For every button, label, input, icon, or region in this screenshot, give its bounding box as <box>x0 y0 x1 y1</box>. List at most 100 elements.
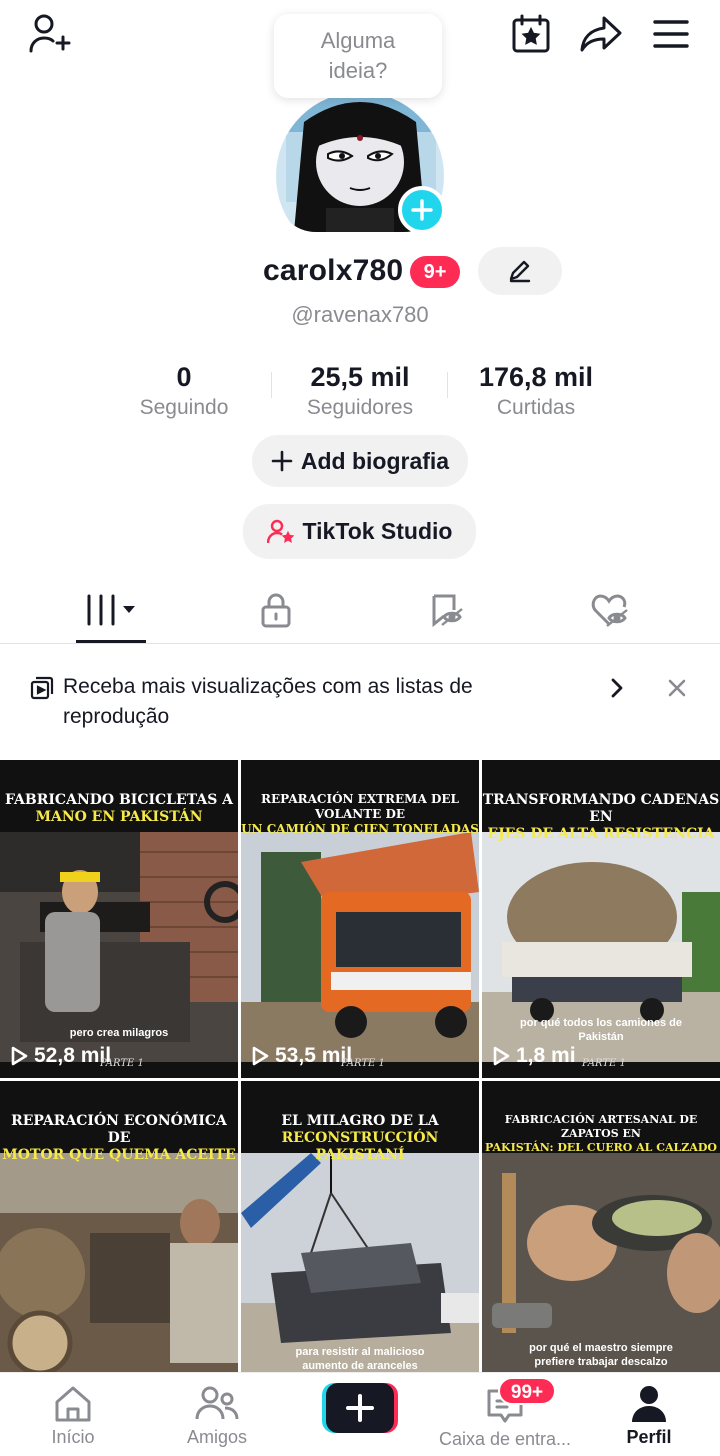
user-handle: @ravenax780 <box>291 302 429 327</box>
username: carolx780 <box>263 254 404 287</box>
create-plus-icon <box>322 1383 398 1433</box>
bottom-navigation: Início Amigos Caixa de entra... 99+ Perf… <box>0 1372 720 1456</box>
video-thumbnail[interactable]: FABRICACIÓN ARTESANAL DE ZAPATOS EN PAKI… <box>482 1081 720 1372</box>
nav-home[interactable]: Início <box>40 1373 106 1456</box>
tab-videos[interactable] <box>76 578 146 642</box>
view-count: 53,5 mil <box>251 1044 352 1068</box>
plus-icon <box>411 199 433 221</box>
video-caption: pero crea milagros <box>69 1027 169 1039</box>
person-star-icon <box>266 519 295 545</box>
video-title: EL MILAGRO DE LA RECONSTRUCCIÓN PAKISTAN… <box>241 1113 479 1164</box>
nav-inbox-label: Caixa de entra... <box>438 1429 572 1449</box>
nav-profile-label: Perfil <box>626 1427 672 1447</box>
share-arrow-icon[interactable] <box>578 14 624 54</box>
stat-divider <box>447 372 448 398</box>
bubble-line-1: Alguma <box>320 28 396 53</box>
part-label: PARTE 1 <box>100 1058 144 1069</box>
nav-home-label: Início <box>51 1427 95 1447</box>
idea-bubble[interactable]: Alguma ideia? <box>274 14 442 98</box>
video-title-line-2: RECONSTRUCCIÓN PAKISTANÍ <box>281 1130 439 1163</box>
stats-row: 0 Seguindo 25,5 mil Seguidores 176,8 mil… <box>0 360 720 430</box>
view-count-value: 1,8 mi <box>516 1044 576 1067</box>
video-grid: FABRICANDO BICICLETAS A MANO EN PAKISTÁN… <box>0 760 720 1372</box>
video-caption: por qué todos los camiones de Pakistán <box>520 1017 682 1043</box>
stat-divider <box>271 372 272 398</box>
stat-likes-label: Curtidas <box>496 396 576 419</box>
avatar-container[interactable] <box>276 92 446 234</box>
inbox-badge: 99+ <box>498 1377 556 1405</box>
video-title-line-2: PAKISTÁN: DEL CUERO AL CALZADO <box>485 1141 717 1154</box>
video-title-line-1: TRANSFORMANDO CADENAS EN <box>482 792 720 825</box>
video-thumbnail[interactable]: TRANSFORMANDO CADENAS EN EJES DE ALTA RE… <box>482 760 720 1078</box>
video-thumbnail[interactable]: REPARACIÓN ECONÓMICA DE MOTOR QUE QUEMA … <box>0 1081 238 1372</box>
playlist-banner[interactable]: Receba mais visualizações com as listas … <box>0 660 720 750</box>
video-title-line-1: FABRICACIÓN ARTESANAL DE ZAPATOS EN <box>504 1113 698 1140</box>
lock-icon <box>261 593 291 628</box>
tab-reposts[interactable] <box>420 578 472 642</box>
playlist-icon <box>30 676 54 705</box>
profile-tabs <box>0 578 720 644</box>
stat-followers[interactable]: 25,5 mil Seguidores <box>290 360 430 422</box>
video-title-line-2: EJES DE ALTA RESISTENCIA <box>487 826 715 842</box>
nav-friends-label: Amigos <box>186 1427 248 1447</box>
pencil-icon <box>509 260 531 283</box>
video-photo <box>241 1153 479 1372</box>
video-photo <box>241 832 479 1062</box>
add-bio-label: Add biografia <box>300 447 450 474</box>
add-bio-button[interactable]: Add biografia <box>252 435 468 487</box>
add-story-plus-button[interactable] <box>398 186 446 234</box>
stat-followers-label: Seguidores <box>306 396 414 419</box>
avatar[interactable] <box>276 92 444 232</box>
view-count: 1,8 mi <box>492 1044 576 1068</box>
bubble-line-2: ideia? <box>328 58 388 83</box>
person-plus-icon[interactable] <box>26 12 72 56</box>
video-title: TRANSFORMANDO CADENAS EN EJES DE ALTA RE… <box>482 792 720 843</box>
edit-profile-button[interactable] <box>478 247 562 295</box>
nav-profile[interactable]: Perfil <box>618 1373 680 1456</box>
create-button[interactable] <box>322 1383 398 1433</box>
video-title-line-2: UN CAMIÓN DE CIEN TONELADAS <box>241 822 479 836</box>
friends-icon <box>195 1386 239 1420</box>
tiktok-studio-button[interactable]: TikTok Studio <box>243 504 476 559</box>
stat-likes[interactable]: 176,8 mil Curtidas <box>466 360 606 422</box>
profile-icon <box>632 1386 666 1422</box>
video-title: REPARACIÓN EXTREMA DEL VOLANTE DE UN CAM… <box>241 792 479 837</box>
video-title-line-1: REPARACIÓN ECONÓMICA DE <box>11 1113 227 1146</box>
video-thumbnail[interactable]: REPARACIÓN EXTREMA DEL VOLANTE DE UN CAM… <box>241 760 479 1078</box>
video-title-line-1: REPARACIÓN EXTREMA DEL VOLANTE DE <box>261 792 459 821</box>
stat-followers-value: 25,5 mil <box>310 362 410 392</box>
hamburger-menu-icon[interactable] <box>652 16 690 52</box>
play-icon <box>252 1046 269 1066</box>
video-title: REPARACIÓN ECONÓMICA DE MOTOR QUE QUEMA … <box>0 1113 238 1164</box>
video-photo <box>0 1153 238 1372</box>
part-label: PARTE 1 <box>341 1058 385 1069</box>
video-title-line-2: MOTOR QUE QUEMA ACEITE <box>2 1147 236 1163</box>
home-icon <box>55 1386 91 1422</box>
bookmark-eye-icon <box>432 594 463 628</box>
video-thumbnail[interactable]: EL MILAGRO DE LA RECONSTRUCCIÓN PAKISTAN… <box>241 1081 479 1372</box>
tab-liked[interactable] <box>584 578 636 642</box>
chevron-right-icon[interactable] <box>606 676 628 705</box>
video-caption: por qué el maestro siempre prefiere trab… <box>529 1342 673 1368</box>
plus-icon <box>271 450 293 472</box>
stat-following-label: Seguindo <box>139 396 229 419</box>
video-thumbnail[interactable]: FABRICANDO BICICLETAS A MANO EN PAKISTÁN… <box>0 760 238 1078</box>
close-icon[interactable] <box>666 677 688 704</box>
stat-likes-value: 176,8 mil <box>478 362 594 392</box>
video-photo <box>482 1153 720 1372</box>
play-icon <box>11 1046 28 1066</box>
stat-following[interactable]: 0 Seguindo <box>124 360 244 422</box>
tab-private[interactable] <box>250 578 302 642</box>
nav-friends[interactable]: Amigos <box>180 1373 254 1456</box>
grid-columns-icon <box>86 594 135 626</box>
part-label: PARTE 1 <box>582 1058 626 1069</box>
banner-text: Receba mais visualizações com as listas … <box>63 675 473 728</box>
calendar-star-icon[interactable] <box>510 14 552 54</box>
name-row: carolx780 9+ <box>0 246 720 298</box>
video-title: FABRICANDO BICICLETAS A MANO EN PAKISTÁN <box>0 792 238 826</box>
notification-badge[interactable]: 9+ <box>410 256 460 288</box>
video-title-line-1: FABRICANDO BICICLETAS A <box>4 792 234 808</box>
stat-following-value: 0 <box>176 362 192 392</box>
heart-eye-icon <box>591 594 628 627</box>
tiktok-studio-label: TikTok Studio <box>302 518 453 544</box>
